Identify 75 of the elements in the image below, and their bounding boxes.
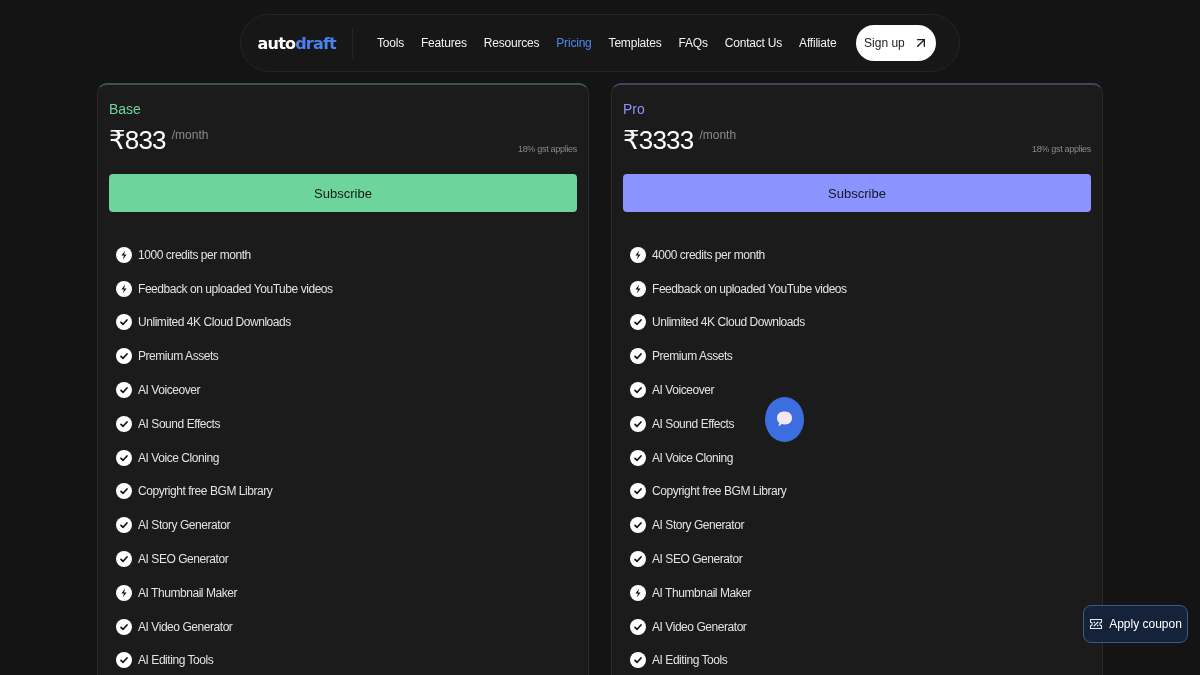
feature-text: AI Video Generator	[652, 619, 747, 634]
check-icon	[630, 483, 646, 500]
feature-text: AI Editing Tools	[652, 653, 728, 668]
nav-link[interactable]: Features	[421, 36, 467, 50]
nav-link[interactable]: FAQs	[678, 36, 708, 50]
tax-note: 18% gst applies	[517, 144, 577, 154]
price-period: /month	[699, 128, 737, 142]
feature-text: AI SEO Generator	[652, 552, 743, 567]
feature-text: 1000 credits per month	[138, 247, 251, 262]
check-icon	[630, 517, 646, 534]
check-icon	[116, 517, 132, 534]
feature-text: 4000 credits per month	[652, 247, 765, 262]
chat-button[interactable]	[765, 397, 804, 442]
tax-note: 18% gst applies	[1031, 144, 1091, 154]
lightning-icon	[116, 246, 132, 263]
feature-text: AI SEO Generator	[138, 552, 229, 567]
lightning-icon	[116, 280, 132, 297]
sign-up-button[interactable]: Sign up	[856, 25, 937, 61]
feature-text: AI Sound Effects	[652, 416, 734, 431]
feature-text: Premium Assets	[138, 349, 219, 364]
nav-link[interactable]: Contact Us	[724, 36, 783, 50]
feature-text: Feedback on uploaded YouTube videos	[138, 281, 333, 296]
feature-text: Unlimited 4K Cloud Downloads	[652, 315, 805, 330]
check-icon	[116, 652, 132, 669]
price-period: /month	[171, 128, 209, 142]
feature-text: AI Voice Cloning	[652, 450, 733, 465]
nav-link[interactable]: Templates	[608, 36, 662, 50]
feature-text: AI Voice Cloning	[138, 450, 219, 465]
check-icon	[630, 551, 646, 568]
subscribe-button[interactable]: Subscribe	[623, 174, 1091, 212]
check-icon	[116, 348, 132, 365]
nav-link[interactable]: Affiliate	[799, 36, 837, 50]
coupon-icon	[1089, 617, 1104, 631]
price: ₹833	[109, 124, 166, 156]
plan-name: Base	[109, 100, 142, 118]
feature-text: AI Editing Tools	[138, 653, 214, 668]
apply-coupon-button[interactable]: Apply coupon	[1083, 605, 1188, 643]
check-icon	[630, 618, 646, 635]
logo[interactable]: autodraft	[257, 33, 336, 53]
subscribe-button[interactable]: Subscribe	[109, 174, 577, 212]
check-icon	[630, 415, 646, 432]
lightning-icon	[630, 584, 646, 601]
check-icon	[116, 415, 132, 432]
lightning-icon	[116, 584, 132, 601]
check-icon	[116, 314, 132, 331]
feature-text: Feedback on uploaded YouTube videos	[652, 281, 847, 296]
check-icon	[630, 652, 646, 669]
check-icon	[116, 618, 132, 635]
price: ₹3333	[623, 124, 694, 156]
check-icon	[630, 314, 646, 331]
nav-link[interactable]: Tools	[376, 36, 404, 50]
feature-text: Unlimited 4K Cloud Downloads	[138, 315, 291, 330]
check-icon	[116, 382, 132, 399]
check-icon	[116, 449, 132, 466]
feature-text: AI Thumbnail Maker	[652, 585, 752, 600]
check-icon	[630, 348, 646, 365]
feature-text: Premium Assets	[652, 349, 733, 364]
nav-link[interactable]: Resources	[483, 36, 540, 50]
feature-text: AI Thumbnail Maker	[138, 585, 238, 600]
feature-text: AI Video Generator	[138, 619, 233, 634]
check-icon	[630, 449, 646, 466]
plan-name: Pro	[623, 100, 646, 118]
feature-text: AI Voiceover	[138, 383, 200, 398]
feature-text: AI Voiceover	[652, 383, 714, 398]
feature-text: AI Sound Effects	[138, 416, 220, 431]
lightning-icon	[630, 280, 646, 297]
feature-text: AI Story Generator	[138, 518, 230, 533]
lightning-icon	[630, 246, 646, 263]
feature-text: Copyright free BGM Library	[652, 484, 787, 499]
check-icon	[630, 382, 646, 399]
nav-link[interactable]: Pricing	[556, 36, 592, 50]
check-icon	[116, 551, 132, 568]
feature-text: Copyright free BGM Library	[138, 484, 273, 499]
check-icon	[116, 483, 132, 500]
feature-text: AI Story Generator	[652, 518, 744, 533]
